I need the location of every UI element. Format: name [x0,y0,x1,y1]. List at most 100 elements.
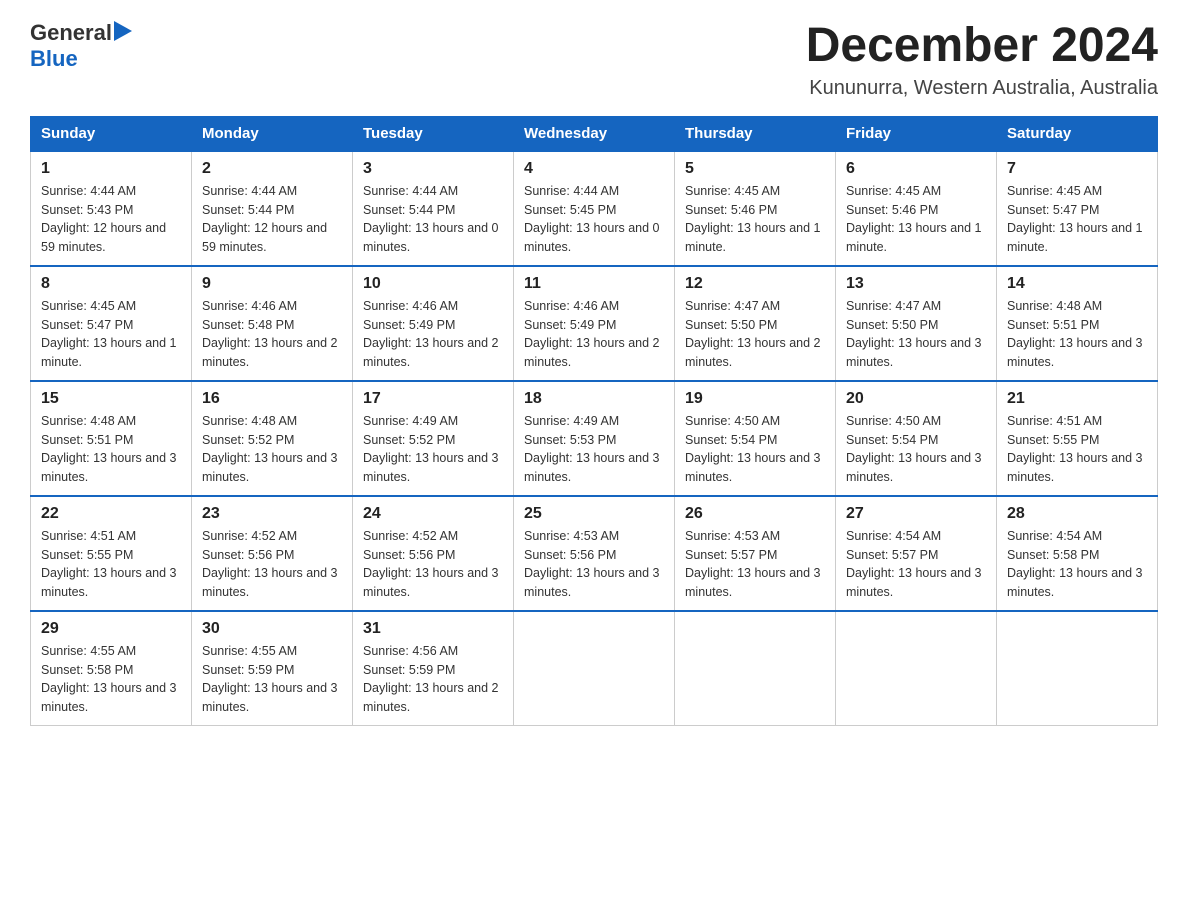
calendar-header: SundayMondayTuesdayWednesdayThursdayFrid… [31,116,1158,151]
day-info: Sunrise: 4:47 AMSunset: 5:50 PMDaylight:… [846,299,982,369]
day-number: 14 [1007,275,1147,293]
month-title: December 2024 [806,20,1158,73]
day-info: Sunrise: 4:48 AMSunset: 5:52 PMDaylight:… [202,414,338,484]
calendar-cell [514,611,675,726]
day-number: 18 [524,390,664,408]
calendar-cell: 7 Sunrise: 4:45 AMSunset: 5:47 PMDayligh… [997,151,1158,266]
calendar-cell: 25 Sunrise: 4:53 AMSunset: 5:56 PMDaylig… [514,496,675,611]
day-number: 5 [685,160,825,178]
calendar-cell [836,611,997,726]
day-info: Sunrise: 4:52 AMSunset: 5:56 PMDaylight:… [202,529,338,599]
day-info: Sunrise: 4:51 AMSunset: 5:55 PMDaylight:… [1007,414,1143,484]
day-number: 7 [1007,160,1147,178]
calendar-cell: 27 Sunrise: 4:54 AMSunset: 5:57 PMDaylig… [836,496,997,611]
day-number: 11 [524,275,664,293]
day-number: 23 [202,505,342,523]
calendar-cell: 19 Sunrise: 4:50 AMSunset: 5:54 PMDaylig… [675,381,836,496]
calendar-body: 1 Sunrise: 4:44 AMSunset: 5:43 PMDayligh… [31,151,1158,726]
calendar-cell: 8 Sunrise: 4:45 AMSunset: 5:47 PMDayligh… [31,266,192,381]
day-info: Sunrise: 4:53 AMSunset: 5:57 PMDaylight:… [685,529,821,599]
page-header: General Blue December 2024 Kununurra, We… [30,20,1158,100]
logo-general-text: General [30,20,112,46]
day-info: Sunrise: 4:44 AMSunset: 5:45 PMDaylight:… [524,184,660,254]
week-row-4: 22 Sunrise: 4:51 AMSunset: 5:55 PMDaylig… [31,496,1158,611]
calendar-cell: 10 Sunrise: 4:46 AMSunset: 5:49 PMDaylig… [353,266,514,381]
calendar-cell: 24 Sunrise: 4:52 AMSunset: 5:56 PMDaylig… [353,496,514,611]
day-info: Sunrise: 4:46 AMSunset: 5:49 PMDaylight:… [524,299,660,369]
day-info: Sunrise: 4:46 AMSunset: 5:48 PMDaylight:… [202,299,338,369]
calendar-cell: 26 Sunrise: 4:53 AMSunset: 5:57 PMDaylig… [675,496,836,611]
day-info: Sunrise: 4:54 AMSunset: 5:57 PMDaylight:… [846,529,982,599]
calendar-cell: 20 Sunrise: 4:50 AMSunset: 5:54 PMDaylig… [836,381,997,496]
day-number: 3 [363,160,503,178]
title-area: December 2024 Kununurra, Western Austral… [806,20,1158,100]
day-info: Sunrise: 4:50 AMSunset: 5:54 PMDaylight:… [846,414,982,484]
day-info: Sunrise: 4:48 AMSunset: 5:51 PMDaylight:… [41,414,177,484]
week-row-2: 8 Sunrise: 4:45 AMSunset: 5:47 PMDayligh… [31,266,1158,381]
logo-blue-text: Blue [30,46,132,72]
day-info: Sunrise: 4:50 AMSunset: 5:54 PMDaylight:… [685,414,821,484]
location-subtitle: Kununurra, Western Australia, Australia [806,77,1158,100]
calendar-cell: 15 Sunrise: 4:48 AMSunset: 5:51 PMDaylig… [31,381,192,496]
week-row-1: 1 Sunrise: 4:44 AMSunset: 5:43 PMDayligh… [31,151,1158,266]
day-number: 19 [685,390,825,408]
calendar-cell: 22 Sunrise: 4:51 AMSunset: 5:55 PMDaylig… [31,496,192,611]
day-number: 16 [202,390,342,408]
calendar-cell: 30 Sunrise: 4:55 AMSunset: 5:59 PMDaylig… [192,611,353,726]
header-cell-thursday: Thursday [675,116,836,151]
day-number: 31 [363,620,503,638]
header-row: SundayMondayTuesdayWednesdayThursdayFrid… [31,116,1158,151]
day-number: 8 [41,275,181,293]
header-cell-sunday: Sunday [31,116,192,151]
day-info: Sunrise: 4:44 AMSunset: 5:44 PMDaylight:… [202,184,327,254]
day-info: Sunrise: 4:48 AMSunset: 5:51 PMDaylight:… [1007,299,1143,369]
header-cell-wednesday: Wednesday [514,116,675,151]
day-info: Sunrise: 4:56 AMSunset: 5:59 PMDaylight:… [363,644,499,714]
day-number: 26 [685,505,825,523]
day-number: 9 [202,275,342,293]
day-number: 30 [202,620,342,638]
calendar-cell: 31 Sunrise: 4:56 AMSunset: 5:59 PMDaylig… [353,611,514,726]
calendar-cell: 5 Sunrise: 4:45 AMSunset: 5:46 PMDayligh… [675,151,836,266]
calendar-cell: 16 Sunrise: 4:48 AMSunset: 5:52 PMDaylig… [192,381,353,496]
calendar-cell: 4 Sunrise: 4:44 AMSunset: 5:45 PMDayligh… [514,151,675,266]
calendar-cell: 2 Sunrise: 4:44 AMSunset: 5:44 PMDayligh… [192,151,353,266]
header-cell-monday: Monday [192,116,353,151]
day-info: Sunrise: 4:44 AMSunset: 5:43 PMDaylight:… [41,184,166,254]
calendar-cell: 6 Sunrise: 4:45 AMSunset: 5:46 PMDayligh… [836,151,997,266]
day-number: 15 [41,390,181,408]
day-number: 6 [846,160,986,178]
day-number: 24 [363,505,503,523]
calendar-cell: 23 Sunrise: 4:52 AMSunset: 5:56 PMDaylig… [192,496,353,611]
week-row-5: 29 Sunrise: 4:55 AMSunset: 5:58 PMDaylig… [31,611,1158,726]
day-info: Sunrise: 4:52 AMSunset: 5:56 PMDaylight:… [363,529,499,599]
header-cell-friday: Friday [836,116,997,151]
day-number: 4 [524,160,664,178]
day-info: Sunrise: 4:55 AMSunset: 5:59 PMDaylight:… [202,644,338,714]
header-cell-tuesday: Tuesday [353,116,514,151]
day-number: 27 [846,505,986,523]
day-info: Sunrise: 4:44 AMSunset: 5:44 PMDaylight:… [363,184,499,254]
day-number: 12 [685,275,825,293]
day-number: 28 [1007,505,1147,523]
calendar-table: SundayMondayTuesdayWednesdayThursdayFrid… [30,116,1158,726]
calendar-cell: 14 Sunrise: 4:48 AMSunset: 5:51 PMDaylig… [997,266,1158,381]
calendar-cell: 28 Sunrise: 4:54 AMSunset: 5:58 PMDaylig… [997,496,1158,611]
calendar-cell: 11 Sunrise: 4:46 AMSunset: 5:49 PMDaylig… [514,266,675,381]
calendar-cell: 3 Sunrise: 4:44 AMSunset: 5:44 PMDayligh… [353,151,514,266]
day-info: Sunrise: 4:53 AMSunset: 5:56 PMDaylight:… [524,529,660,599]
calendar-cell [997,611,1158,726]
day-info: Sunrise: 4:49 AMSunset: 5:53 PMDaylight:… [524,414,660,484]
calendar-cell: 18 Sunrise: 4:49 AMSunset: 5:53 PMDaylig… [514,381,675,496]
calendar-cell: 21 Sunrise: 4:51 AMSunset: 5:55 PMDaylig… [997,381,1158,496]
day-number: 2 [202,160,342,178]
calendar-cell: 17 Sunrise: 4:49 AMSunset: 5:52 PMDaylig… [353,381,514,496]
day-info: Sunrise: 4:54 AMSunset: 5:58 PMDaylight:… [1007,529,1143,599]
day-info: Sunrise: 4:45 AMSunset: 5:47 PMDaylight:… [1007,184,1143,254]
day-info: Sunrise: 4:45 AMSunset: 5:47 PMDaylight:… [41,299,177,369]
calendar-cell: 13 Sunrise: 4:47 AMSunset: 5:50 PMDaylig… [836,266,997,381]
day-number: 25 [524,505,664,523]
calendar-cell: 1 Sunrise: 4:44 AMSunset: 5:43 PMDayligh… [31,151,192,266]
day-info: Sunrise: 4:55 AMSunset: 5:58 PMDaylight:… [41,644,177,714]
logo-arrow-icon [114,21,132,41]
